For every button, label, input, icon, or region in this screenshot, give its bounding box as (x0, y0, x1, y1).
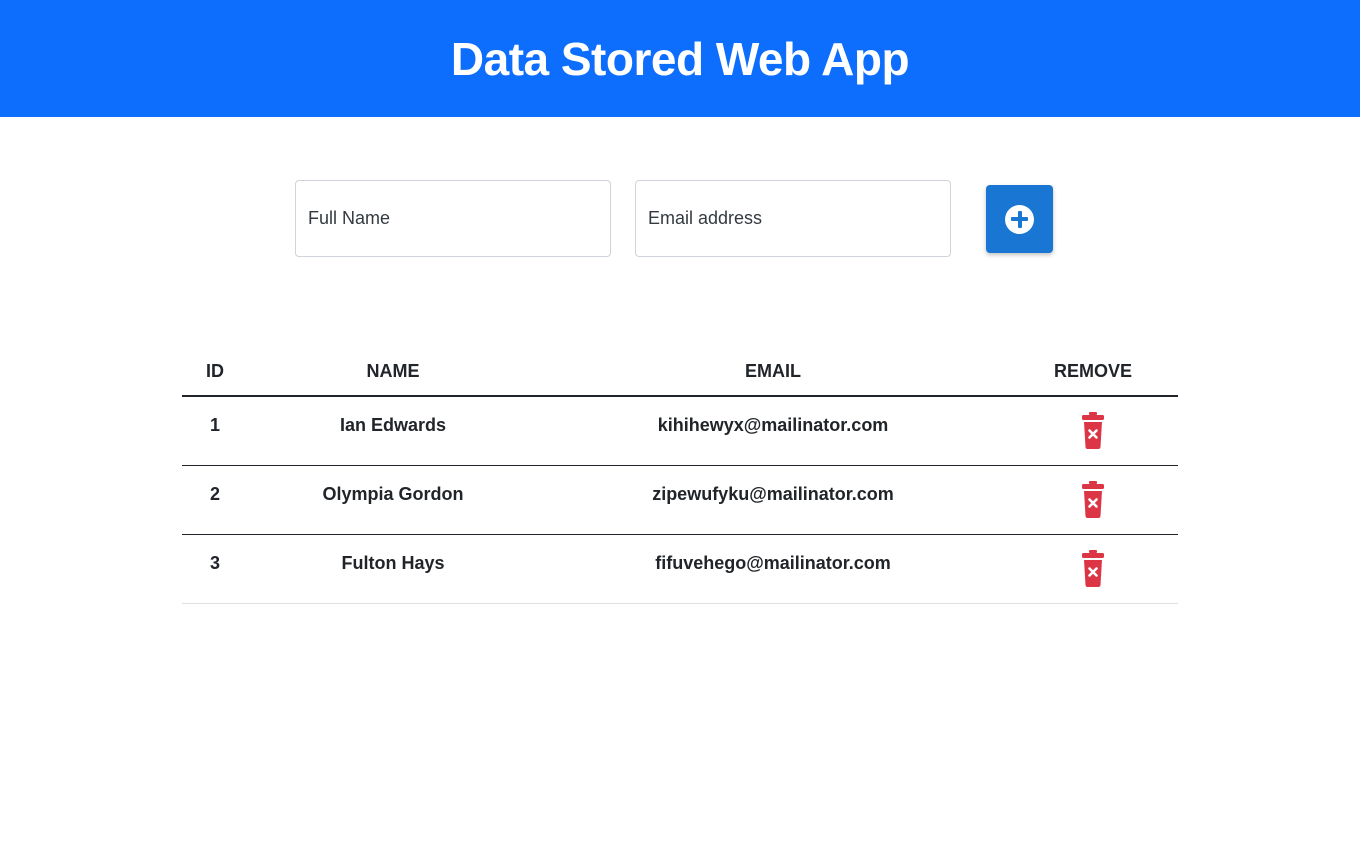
cell-name: Olympia Gordon (248, 465, 538, 535)
app-header: Data Stored Web App (0, 0, 1360, 117)
remove-row-button[interactable] (1082, 549, 1104, 588)
full-name-input[interactable] (295, 180, 611, 257)
plus-circle-icon (1005, 204, 1034, 234)
cell-name: Fulton Hays (248, 534, 538, 604)
entries-table: ID NAME EMAIL REMOVE 1 Ian Edwards kihih… (182, 344, 1178, 604)
table-row: 3 Fulton Hays fifuvehego@mailinator.com (182, 534, 1178, 604)
column-header-remove: REMOVE (1008, 344, 1178, 397)
table-row: 1 Ian Edwards kihihewyx@mailinator.com (182, 396, 1178, 466)
trash-icon (1082, 480, 1104, 518)
cell-email: zipewufyku@mailinator.com (538, 465, 1008, 535)
cell-remove (1008, 396, 1178, 466)
table-header-row: ID NAME EMAIL REMOVE (182, 344, 1178, 397)
cell-remove (1008, 465, 1178, 535)
trash-icon (1082, 411, 1104, 449)
column-header-id: ID (182, 344, 248, 397)
add-entry-button[interactable] (986, 185, 1053, 253)
cell-id: 1 (182, 396, 248, 466)
page-title: Data Stored Web App (450, 32, 910, 85)
cell-email: fifuvehego@mailinator.com (538, 534, 1008, 604)
cell-remove (1008, 534, 1178, 604)
cell-id: 3 (182, 534, 248, 604)
email-address-input[interactable] (635, 180, 951, 257)
cell-id: 2 (182, 465, 248, 535)
table-row: 2 Olympia Gordon zipewufyku@mailinator.c… (182, 465, 1178, 535)
column-header-email: EMAIL (538, 344, 1008, 397)
cell-email: kihihewyx@mailinator.com (538, 396, 1008, 466)
trash-icon (1082, 549, 1104, 587)
remove-row-button[interactable] (1082, 480, 1104, 519)
remove-row-button[interactable] (1082, 411, 1104, 450)
column-header-name: NAME (248, 344, 538, 397)
add-entry-form (0, 180, 1360, 258)
cell-name: Ian Edwards (248, 396, 538, 466)
